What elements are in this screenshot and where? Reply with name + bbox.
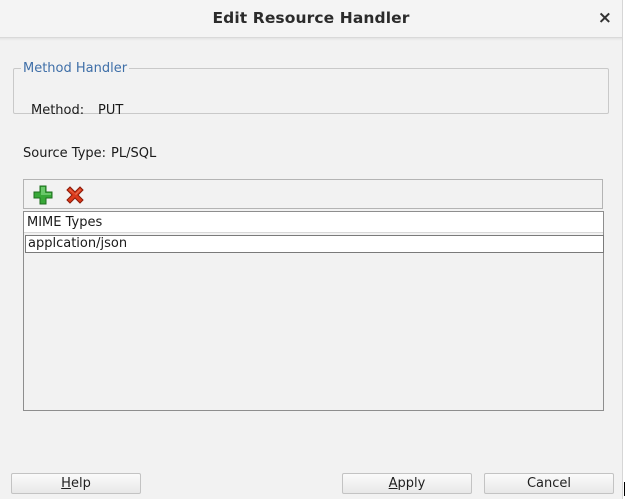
title-bar-divider <box>0 38 622 41</box>
method-handler-group: Method Handler Method: PUT <box>13 61 609 118</box>
cancel-button[interactable]: Cancel <box>484 473 614 494</box>
mime-types-column-header[interactable]: MIME Types <box>24 212 603 233</box>
source-type-value: PL/SQL <box>111 146 157 161</box>
help-button[interactable]: Help <box>11 473 141 494</box>
close-icon[interactable]: × <box>598 8 612 28</box>
mime-type-row-input[interactable]: applcation/json <box>25 235 604 253</box>
help-button-label: Help <box>61 476 91 491</box>
apply-button[interactable]: Apply <box>342 473 472 494</box>
apply-button-label: Apply <box>388 476 426 491</box>
text-cursor <box>624 482 625 496</box>
source-type-row: Source Type: PL/SQL <box>23 146 156 161</box>
method-value: PUT <box>98 103 124 118</box>
mime-types-table: MIME Types applcation/json <box>23 211 604 411</box>
source-type-label: Source Type: <box>23 146 107 161</box>
add-icon[interactable] <box>33 185 53 205</box>
method-label: Method: <box>31 103 85 118</box>
dialog-title: Edit Resource Handler <box>212 9 410 27</box>
mime-toolbar <box>23 179 603 209</box>
title-bar: Edit Resource Handler × <box>0 0 622 38</box>
remove-icon[interactable] <box>65 185 85 205</box>
method-handler-legend: Method Handler <box>23 61 128 76</box>
edit-resource-handler-dialog: Edit Resource Handler × Method Handler M… <box>0 0 623 499</box>
method-row: Method: PUT <box>31 103 123 118</box>
